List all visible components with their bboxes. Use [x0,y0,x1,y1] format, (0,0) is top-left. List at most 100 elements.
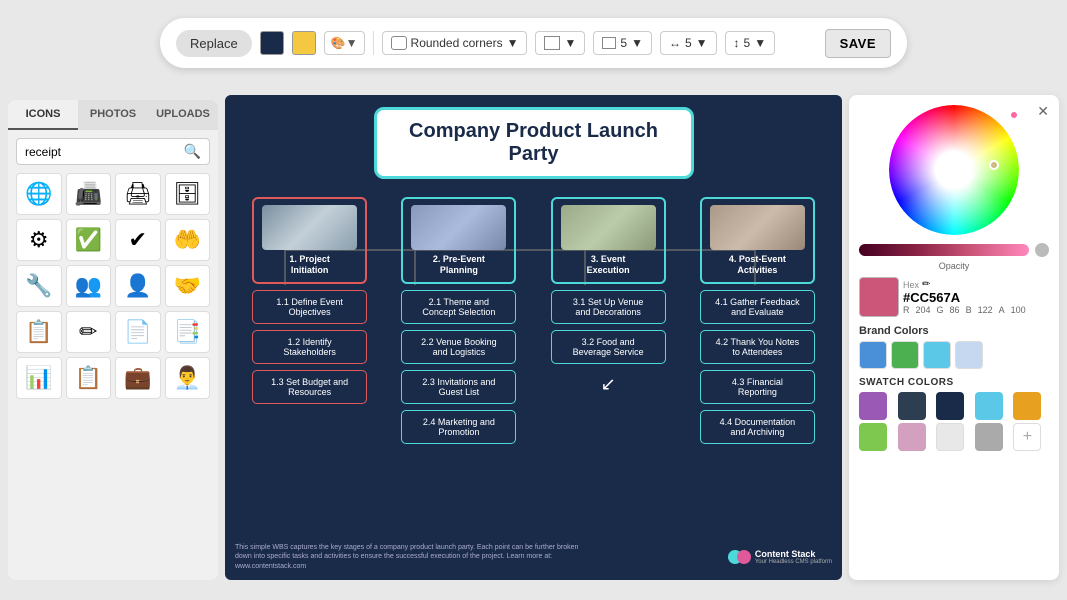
wbs-title: Company Product Launch Party [374,107,694,179]
tab-icons[interactable]: ICONS [8,100,78,130]
swatch-navy[interactable] [936,392,964,420]
replace-button[interactable]: Replace [176,30,252,57]
card-image-1 [262,205,357,250]
size1-control[interactable]: 5 ▼ [593,31,652,55]
column-4: 4. Post-EventActivities 4.1 Gather Feedb… [692,197,822,444]
sub-card-4-2[interactable]: 4.2 Thank You Notesto Attendees [700,330,815,364]
card-image-2 [411,205,506,250]
swatch-add[interactable]: + [1013,423,1041,451]
close-button[interactable]: ✕ [1037,103,1049,120]
b-value: 122 [978,305,993,315]
canvas-bottom-text: This simple WBS captures the key stages … [235,543,593,572]
icon-clipboard[interactable]: 📋 [16,311,62,353]
icon-pencil[interactable]: ✏ [66,311,112,353]
g-label: G [937,305,944,315]
tab-uploads[interactable]: UPLOADS [148,100,218,130]
brand-colors-label: Brand Colors [859,325,1049,337]
size3-control[interactable]: ↕ 5 ▼ [725,31,776,55]
sub-card-1-3[interactable]: 1.3 Set Budget andResources [252,370,367,404]
icon-handshake-2[interactable]: 🤝 [165,265,211,307]
color-swatch-dark[interactable] [260,31,284,55]
icon-list[interactable]: 📋 [66,357,112,399]
icon-wrench[interactable]: 🔧 [16,265,62,307]
color-bar[interactable] [859,244,1029,256]
main-card-1-label: 1. ProjectInitiation [289,254,330,275]
icon-person[interactable]: 👤 [115,265,161,307]
r-label: R [903,305,910,315]
tab-photos[interactable]: PHOTOS [78,100,148,130]
chevron-down-icon-4: ▼ [696,36,708,50]
main-card-3[interactable]: 3. EventExecution [551,197,666,284]
sub-card-4-1[interactable]: 4.1 Gather Feedbackand Evaluate [700,290,815,324]
sub-card-3-1[interactable]: 3.1 Set Up Venueand Decorations [551,290,666,324]
column-1: 1. ProjectInitiation 1.1 Define EventObj… [245,197,375,444]
sub-card-1-2[interactable]: 1.2 IdentifyStakeholders [252,330,367,364]
icon-group[interactable]: 👥 [66,265,112,307]
a-label: A [999,305,1005,315]
brand-swatch-2[interactable] [891,341,919,369]
icon-check-circle-2[interactable]: ✔ [115,219,161,261]
swatch-gray[interactable] [975,423,1003,451]
color-swatch-yellow[interactable] [292,31,316,55]
logo-text: Content Stack Your Headless CMS platform [755,549,832,565]
hex-edit-icon[interactable]: ✏ [922,279,930,290]
save-button[interactable]: SAVE [825,29,891,58]
color-swatch-preview[interactable] [859,277,899,317]
brand-swatch-3[interactable] [923,341,951,369]
icon-globe[interactable]: 🌐 [16,173,62,215]
shape-dropdown-label: Rounded corners [411,36,503,50]
hex-value[interactable]: #CC567A [903,290,1026,305]
border-style-dropdown[interactable]: ▼ [535,31,585,55]
canvas-bottom: This simple WBS captures the key stages … [235,543,832,572]
sub-card-4-3[interactable]: 4.3 FinancialReporting [700,370,815,404]
sub-card-3-2[interactable]: 3.2 Food andBeverage Service [551,330,666,364]
brand-swatch-1[interactable] [859,341,887,369]
sub-card-1-1[interactable]: 1.1 Define EventObjectives [252,290,367,324]
color-wheel-overlay [889,105,1019,235]
panel-tabs: ICONS PHOTOS UPLOADS [8,100,218,130]
size3-value: 5 [744,36,751,50]
icon-manager[interactable]: 👨‍💼 [165,357,211,399]
color-wheel-container [889,105,1019,235]
icon-check-circle[interactable]: ✅ [66,219,112,261]
sub-card-2-3[interactable]: 2.3 Invitations andGuest List [401,370,516,404]
size2-value: 5 [685,36,692,50]
icon-fax[interactable]: 📠 [66,173,112,215]
brand-swatch-4[interactable] [955,341,983,369]
swatch-orange[interactable] [1013,392,1041,420]
swatch-teal[interactable] [975,392,1003,420]
card-image-3 [561,205,656,250]
icon-handshake[interactable]: 🤲 [165,219,211,261]
sub-card-2-1[interactable]: 2.1 Theme andConcept Selection [401,290,516,324]
sub-card-4-4[interactable]: 4.4 Documentationand Archiving [700,410,815,444]
swatch-light[interactable] [936,423,964,451]
main-card-1[interactable]: 1. ProjectInitiation [252,197,367,284]
swatch-purple[interactable] [859,392,887,420]
swatch-dark[interactable] [898,392,926,420]
swatch-green[interactable] [859,423,887,451]
main-card-2[interactable]: 2. Pre-EventPlanning [401,197,516,284]
icon-printer[interactable]: 🖨 [115,173,161,215]
icon-gear[interactable]: ⚙ [16,219,62,261]
main-card-4[interactable]: 4. Post-EventActivities [700,197,815,284]
paint-format-button[interactable]: 🎨▼ [324,31,365,55]
chevron-down-icon-2: ▼ [564,36,576,50]
main-card-3-label: 3. EventExecution [587,254,630,275]
sub-card-2-4[interactable]: 2.4 Marketing andPromotion [401,410,516,444]
size2-control[interactable]: ↔ 5 ▼ [660,31,717,55]
brand-swatches [859,341,1049,369]
canvas-logo: Content Stack Your Headless CMS platform [728,549,832,565]
search-input[interactable] [25,145,184,159]
b-label: B [966,305,972,315]
icon-document-2[interactable]: 📑 [165,311,211,353]
sub-card-2-2[interactable]: 2.2 Venue Bookingand Logistics [401,330,516,364]
icon-document[interactable]: 📄 [115,311,161,353]
icon-chart[interactable]: 📊 [16,357,62,399]
icon-briefcase[interactable]: 💼 [115,357,161,399]
swatch-pink[interactable] [898,423,926,451]
size1-value: 5 [620,36,627,50]
icon-server[interactable]: 🗄 [165,173,211,215]
right-panel: ✕ Opacity Hex ✏ #CC567A R 204 G 86 [849,95,1059,580]
shape-dropdown[interactable]: Rounded corners ▼ [382,31,528,55]
column-3: 3. EventExecution 3.1 Set Up Venueand De… [543,197,673,444]
